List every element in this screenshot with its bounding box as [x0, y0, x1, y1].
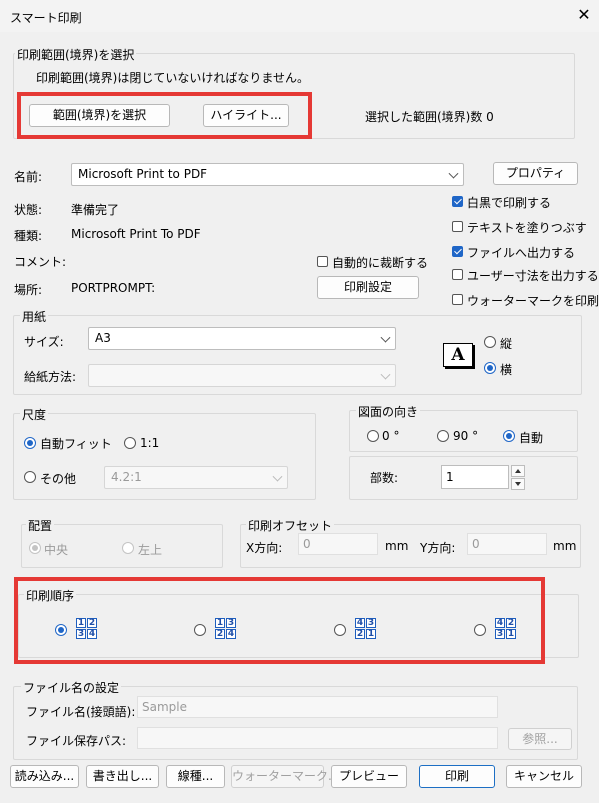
fill-text-checkbox[interactable]	[452, 221, 463, 232]
other-scale-value: 4.2:1	[111, 470, 142, 484]
comment-label: コメント:	[14, 255, 67, 269]
window-title: スマート印刷	[10, 11, 82, 25]
location-label: 場所:	[14, 283, 43, 297]
chevron-down-icon	[272, 471, 283, 482]
highlight-box-print-order	[14, 577, 545, 664]
print-button[interactable]: 印刷	[419, 765, 495, 788]
y-offset-label: Y方向:	[420, 541, 456, 555]
user-size-checkbox[interactable]	[452, 269, 463, 280]
output-file-checkbox[interactable]	[452, 246, 463, 257]
landscape-label: 横	[500, 363, 513, 377]
type-label: 種類:	[14, 229, 43, 243]
orientation-group-title: 図面の向き	[356, 403, 421, 420]
properties-button[interactable]: プロパティ	[493, 162, 578, 185]
print-settings-button[interactable]: 印刷設定	[317, 276, 419, 299]
status-label: 状態:	[14, 203, 43, 217]
watermark-button[interactable]: ウォーターマーク...	[231, 765, 339, 788]
one-to-one-label: 1:1	[140, 436, 160, 450]
center-label: 中央	[44, 543, 69, 557]
size-label: サイズ:	[24, 335, 64, 349]
fill-text-label: テキストを塗りつぶす	[467, 221, 587, 235]
filename-prefix-label: ファイル名(接頭語):	[26, 705, 136, 719]
name-label: 名前:	[14, 170, 43, 184]
auto-fit-label: 自動フィット	[40, 437, 112, 451]
chevron-down-icon	[380, 332, 391, 343]
paper-orientation-preview-icon: A	[443, 343, 473, 367]
paper-size-select[interactable]: A3	[88, 327, 396, 350]
highlight-box-range	[17, 92, 312, 139]
range-notice: 印刷範囲(境界)は閉じていないければなりません。	[36, 71, 310, 85]
other-scale-label: その他	[40, 472, 77, 486]
landscape-radio[interactable]	[484, 362, 496, 374]
auto-cut-label: 自動的に裁断する	[332, 256, 429, 270]
export-button[interactable]: 書き出し...	[86, 765, 159, 788]
watermark-checkbox[interactable]	[452, 294, 463, 305]
paper-size-value: A3	[95, 331, 111, 345]
top-left-radio[interactable]	[122, 542, 134, 554]
watermark-label: ウォーターマークを印刷する	[467, 294, 599, 308]
center-radio[interactable]	[29, 542, 41, 554]
filename-group-title: ファイル名の設定	[21, 679, 122, 696]
printer-select[interactable]: Microsoft Print to PDF	[71, 163, 464, 186]
chevron-down-icon	[448, 168, 459, 179]
orientation-90-label: 90 °	[453, 429, 479, 443]
placement-group-title: 配置	[26, 517, 55, 534]
one-to-one-radio[interactable]	[124, 437, 136, 449]
other-scale-radio[interactable]	[24, 471, 36, 483]
copies-label: 部数:	[370, 471, 399, 485]
monochrome-label: 白黒で印刷する	[467, 196, 552, 210]
y-offset-input[interactable]: 0	[467, 533, 547, 555]
paper-group-title: 用紙	[20, 308, 49, 325]
orientation-auto-radio[interactable]	[503, 430, 515, 442]
load-button[interactable]: 読み込み...	[10, 765, 79, 788]
copies-up-arrow-icon[interactable]	[511, 465, 525, 477]
chevron-down-icon	[380, 369, 391, 380]
location-value: PORTPROMPT:	[71, 281, 156, 295]
paper-feed-select[interactable]	[88, 364, 396, 387]
monochrome-checkbox[interactable]	[452, 196, 463, 207]
range-count: 選択した範囲(境界)数 0	[365, 110, 494, 124]
x-offset-unit: mm	[385, 539, 409, 553]
filename-prefix-input[interactable]: Sample	[137, 696, 498, 718]
save-path-label: ファイル保存パス:	[26, 734, 127, 748]
feed-label: 給紙方法:	[24, 370, 77, 384]
other-scale-select[interactable]: 4.2:1	[104, 466, 288, 489]
top-left-label: 左上	[138, 543, 163, 557]
save-path-input[interactable]	[137, 727, 498, 749]
portrait-radio[interactable]	[484, 336, 496, 348]
user-size-label: ユーザー寸法を出力する	[467, 269, 599, 283]
printer-select-value: Microsoft Print to PDF	[78, 167, 208, 181]
browse-button[interactable]: 参照...	[508, 728, 572, 750]
portrait-label: 縦	[500, 337, 513, 351]
scale-group-title: 尺度	[20, 406, 49, 423]
auto-cut-checkbox[interactable]	[317, 256, 328, 267]
title-bar	[0, 0, 599, 32]
offset-group-title: 印刷オフセット	[246, 517, 335, 534]
range-group-title: 印刷範囲(境界)を選択	[15, 46, 137, 63]
close-icon[interactable]: ✕	[574, 4, 594, 26]
orientation-90-radio[interactable]	[437, 430, 449, 442]
copies-input[interactable]: 1	[441, 465, 509, 489]
y-offset-unit: mm	[553, 539, 577, 553]
type-value: Microsoft Print To PDF	[71, 227, 201, 241]
output-file-label: ファイルへ出力する	[467, 246, 576, 260]
status-value: 準備完了	[71, 203, 120, 217]
cancel-button[interactable]: キャンセル	[506, 765, 582, 788]
x-offset-input[interactable]: 0	[298, 533, 378, 555]
auto-fit-radio[interactable]	[24, 437, 36, 449]
orientation-auto-label: 自動	[519, 431, 544, 445]
orientation-0-label: 0 °	[382, 429, 400, 443]
orientation-0-radio[interactable]	[367, 430, 379, 442]
lineweight-button[interactable]: 線種...	[166, 765, 225, 788]
x-offset-label: X方向:	[246, 541, 283, 555]
preview-button[interactable]: プレビュー	[331, 765, 407, 788]
copies-down-arrow-icon[interactable]	[511, 478, 525, 490]
